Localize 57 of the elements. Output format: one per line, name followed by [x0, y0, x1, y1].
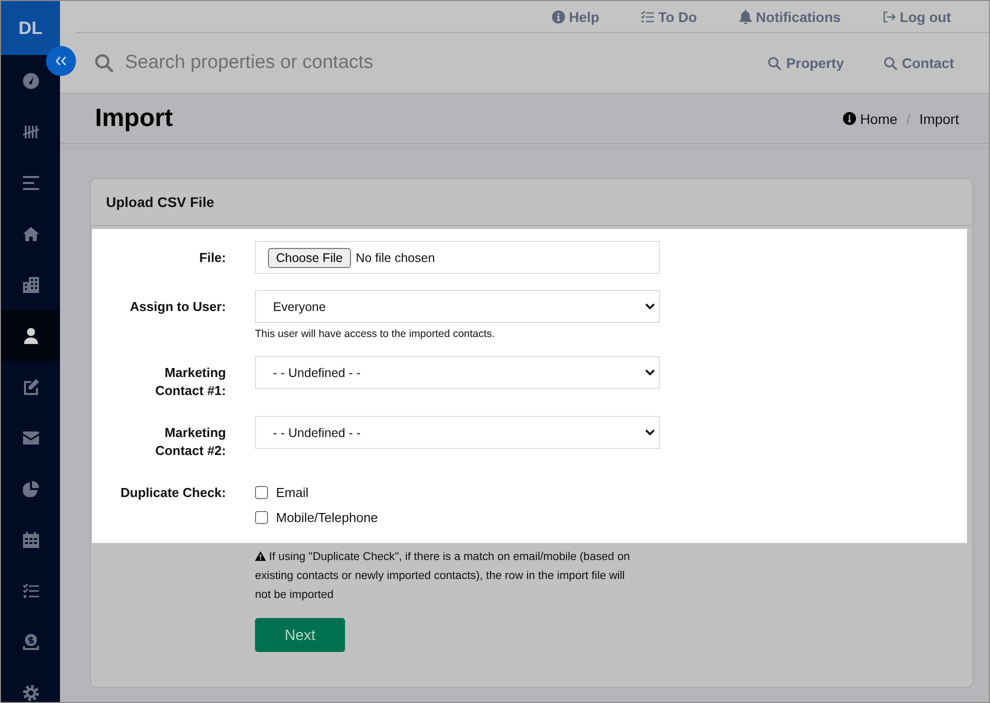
- page-title: Import: [95, 104, 173, 133]
- exit-arrow-icon: [882, 10, 896, 24]
- next-button[interactable]: Next: [255, 618, 345, 652]
- breadcrumb-current: Import: [919, 110, 959, 126]
- field-label: File:: [198, 249, 226, 267]
- sidebar-item[interactable]: [1, 310, 60, 361]
- card-title: Upload CSV File: [106, 194, 214, 210]
- search-icon: [768, 56, 782, 70]
- gauge-icon: [22, 72, 38, 88]
- checkbox[interactable]: [255, 511, 268, 524]
- logo-badge[interactable]: DL: [1, 1, 60, 55]
- field-label: Marketing Contact #1:: [154, 364, 226, 400]
- choose-file-button[interactable]: Choose File: [268, 248, 351, 268]
- search-icon: [95, 54, 113, 72]
- chevron-down-icon: [645, 429, 655, 436]
- warning-icon: [255, 551, 266, 561]
- tally-icon: [22, 124, 38, 140]
- search-scope-link[interactable]: Contact: [884, 55, 954, 71]
- gauge-icon: [843, 112, 856, 125]
- field-label: Duplicate Check:: [120, 484, 226, 502]
- todo-link[interactable]: To Do: [641, 8, 697, 24]
- envelope-icon: [22, 430, 38, 446]
- checklist-icon: [22, 582, 38, 598]
- building-icon: [22, 276, 38, 292]
- info-icon: [552, 10, 565, 24]
- chevron-down-icon: [645, 369, 655, 376]
- bell-icon: [738, 10, 752, 24]
- field-label: Assign to User:: [128, 298, 226, 316]
- field-label: Marketing Contact #2:: [154, 424, 226, 460]
- file-input-field[interactable]: Choose File No file chosen: [255, 241, 660, 274]
- checkbox[interactable]: [255, 486, 268, 499]
- breadcrumb-separator: /: [906, 110, 910, 126]
- file-status-text: No file chosen: [356, 250, 435, 264]
- person-icon: [22, 328, 38, 344]
- logout-link[interactable]: Log out: [882, 8, 951, 24]
- select-dropdown[interactable]: - - Undefined - -: [255, 416, 660, 449]
- search-scope-link[interactable]: Property: [768, 55, 844, 71]
- select-dropdown[interactable]: - - Undefined - -: [255, 356, 660, 389]
- pie-chart-icon: [22, 480, 38, 496]
- lines-icon: [22, 174, 38, 190]
- chevron-down-icon: [645, 303, 655, 310]
- help-link[interactable]: Help: [552, 8, 600, 24]
- edit-icon: [22, 378, 38, 394]
- help-text: This user will have access to the imported contacts.: [255, 328, 496, 340]
- settings-icon: [22, 684, 38, 700]
- search-icon: [884, 56, 897, 70]
- breadcrumb-link[interactable]: Home: [843, 110, 898, 126]
- checklist-icon: [641, 10, 654, 24]
- checkbox-label: Mobile/Telephone: [276, 510, 378, 525]
- select-dropdown[interactable]: Everyone: [255, 290, 660, 323]
- warning-note: If using "Duplicate Check", if there is a match on email/mobile (based on existing contacts or newly imported contacts), the row in the import file will not be imported: [255, 550, 631, 603]
- calendar-icon: [22, 532, 38, 548]
- double-chevron-left-icon: [55, 56, 67, 66]
- notifications-link[interactable]: Notifications: [738, 8, 841, 24]
- checkbox-label: Email: [276, 485, 309, 500]
- coin-icon: [22, 634, 38, 650]
- home-icon: [22, 226, 38, 242]
